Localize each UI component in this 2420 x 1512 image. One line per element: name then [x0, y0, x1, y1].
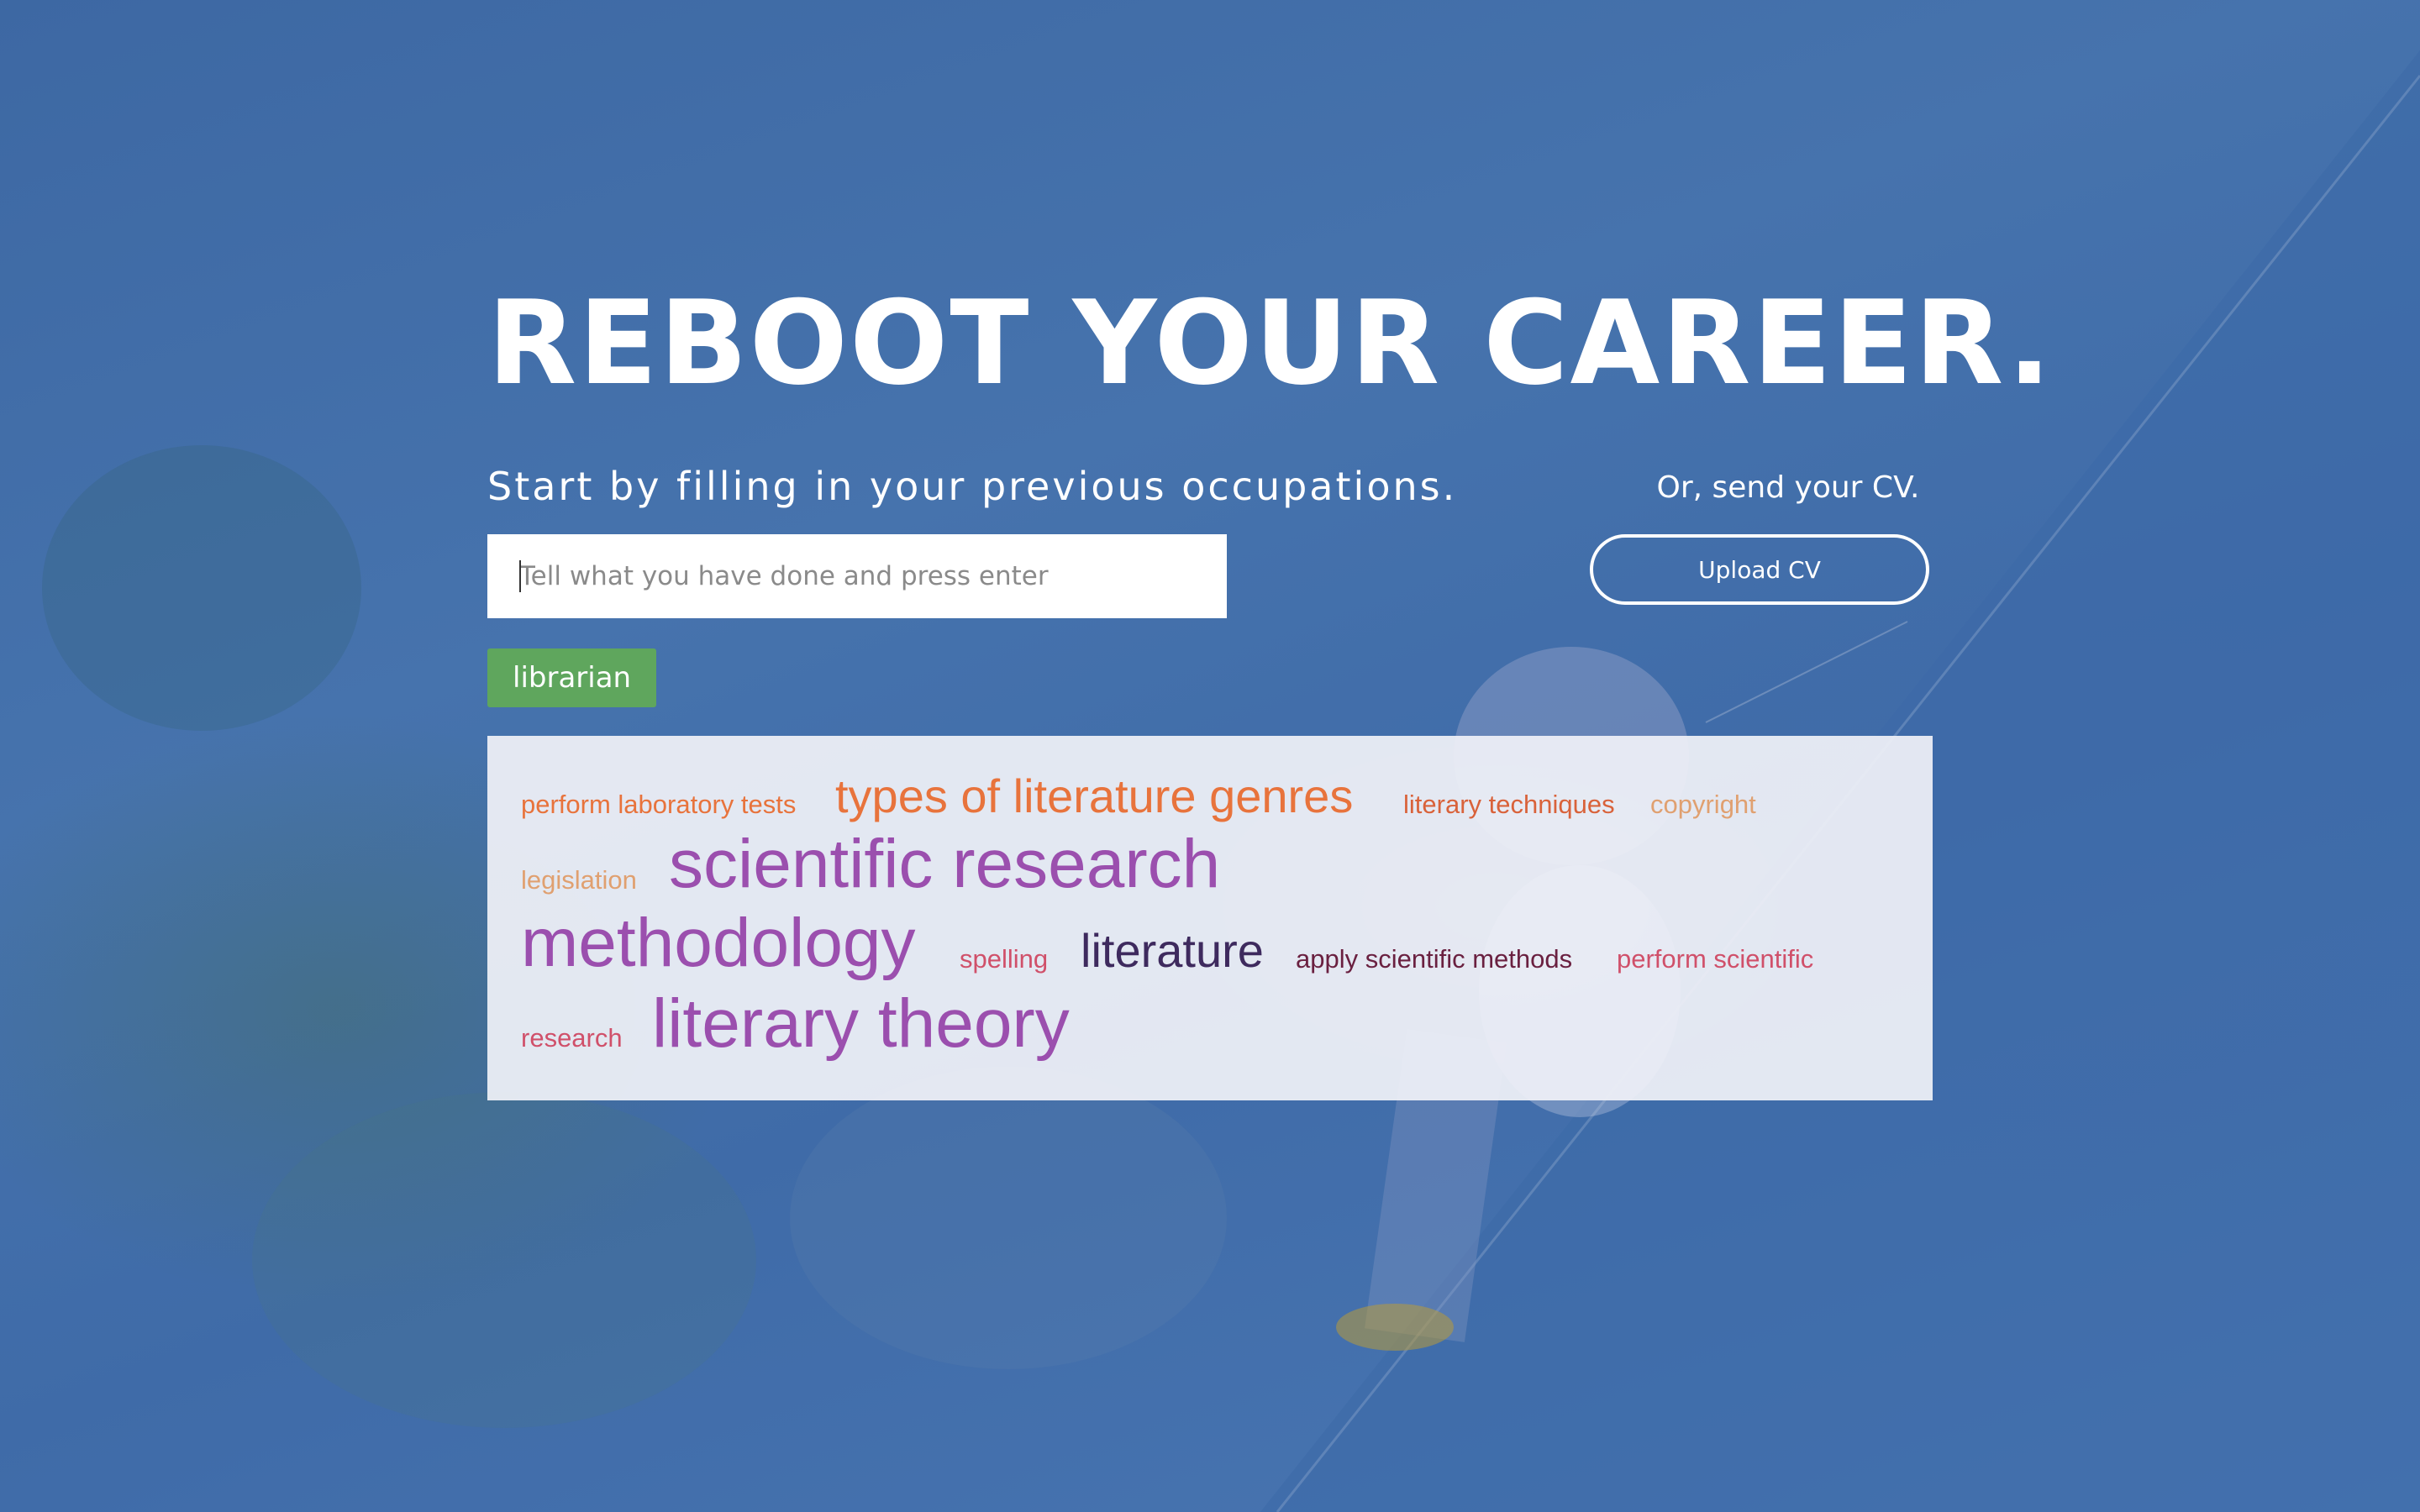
upload-cv-button[interactable]: Upload CV [1590, 534, 1929, 605]
skill-tag[interactable]: scientific research [669, 830, 1220, 899]
skill-tag[interactable]: types of literature genres [835, 773, 1353, 820]
skill-tag[interactable]: copyright [1650, 791, 1756, 817]
skill-tag[interactable]: spelling [960, 946, 1048, 972]
skill-tag[interactable]: literature [1081, 927, 1264, 974]
skill-tag[interactable]: perform scientific [1617, 946, 1813, 972]
skill-tag[interactable]: apply scientific methods [1296, 946, 1572, 972]
skill-tag[interactable]: literary theory [652, 990, 1070, 1058]
occupation-search-input[interactable] [487, 534, 1227, 618]
subtitle: Start by filling in your previous occupa… [487, 464, 1458, 509]
occupation-tag[interactable]: librarian [487, 648, 657, 707]
page-title: REBOOT YOUR CAREER. [487, 276, 2054, 411]
skill-tag[interactable]: research [521, 1025, 623, 1051]
skill-tag[interactable]: literary techniques [1403, 791, 1615, 817]
cv-prompt: Or, send your CV. [1656, 470, 1920, 505]
skill-tag[interactable]: methodology [521, 909, 916, 978]
skill-tag[interactable]: perform laboratory tests [521, 791, 796, 817]
text-caret [519, 560, 521, 592]
skill-tag[interactable]: legislation [521, 867, 637, 893]
skill-cloud: perform laboratory tests types of litera… [487, 736, 1933, 1100]
